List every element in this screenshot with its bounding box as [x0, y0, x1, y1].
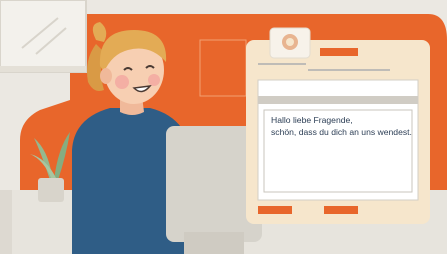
window-illustration	[0, 0, 87, 73]
message-line-1: Hallo liebe Fragende,	[271, 115, 353, 125]
webcam-icon	[269, 27, 311, 59]
message-line-2: schön, dass du dich an uns wendest.	[271, 127, 412, 137]
chat-message: Hallo liebe Fragende, schön, dass du dic…	[271, 114, 421, 138]
desk-edge	[0, 190, 12, 254]
illustration-scene: Hallo liebe Fragende, schön, dass du dic…	[0, 0, 447, 254]
